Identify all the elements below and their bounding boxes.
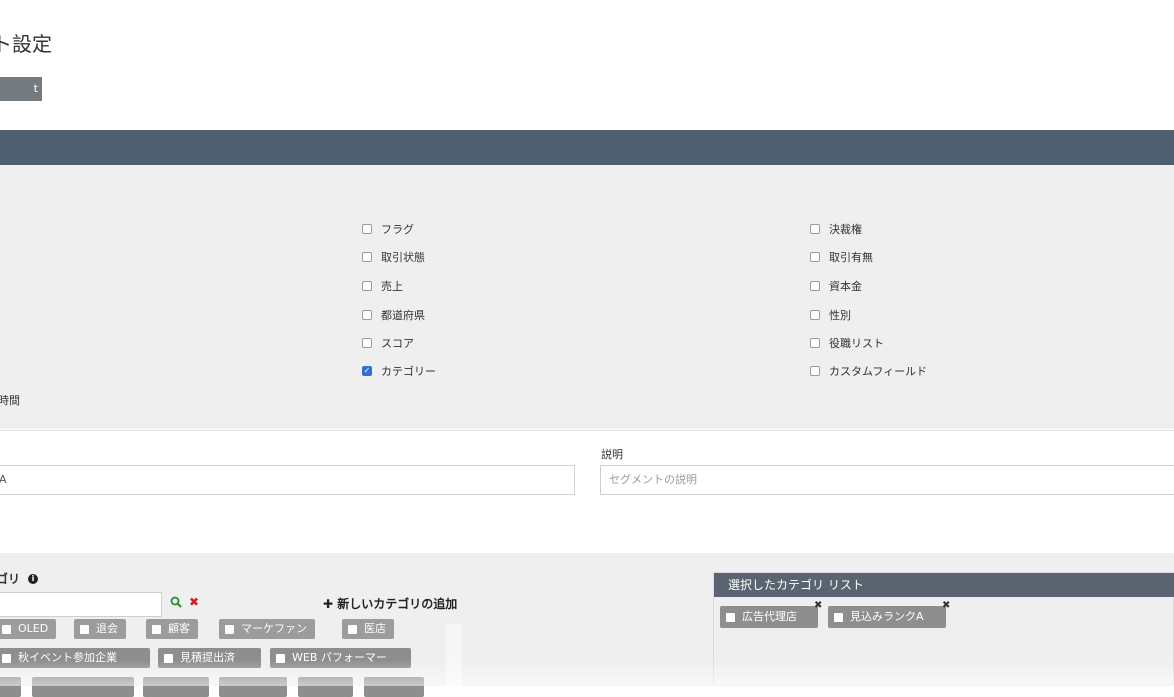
category-tag[interactable]: OLED [0,619,57,639]
checkbox-icon [362,310,372,320]
field-label: 都道府県 [381,309,425,322]
tag-list-scrollbar[interactable] [446,624,462,686]
category-tag[interactable]: 医店 [342,619,394,639]
field-label: 役職リスト [829,337,884,350]
field-checkbox-capital[interactable]: 資本金 [810,278,862,294]
checkbox-icon [362,252,372,262]
field-checkbox-decision-authority[interactable]: 決裁権 [810,221,862,237]
category-tag[interactable]: マーケファン [219,619,315,639]
remove-icon[interactable]: ✖ [942,600,950,611]
top-action-button[interactable]: t [0,77,42,101]
field-label: フラグ [381,223,414,236]
tag-label: 見込みランクA [850,610,924,623]
field-label: スコア [381,337,414,350]
tag-checkbox-icon [164,653,173,663]
tag-label: OLED [18,622,49,635]
category-title: ゴリ i [0,570,39,587]
tag-checkbox-icon [276,653,285,663]
category-tag[interactable] [219,677,287,697]
tag-checkbox-icon [726,612,735,622]
tag-label: 秋イベント参加企業 [18,651,117,664]
field-checkbox-score[interactable]: スコア [362,335,414,351]
checkbox-icon [810,224,820,234]
category-tag[interactable]: 退会 [74,619,126,639]
field-label: 決裁権 [829,223,862,236]
field-checkbox-flag[interactable]: フラグ [362,221,414,237]
tag-checkbox-icon [225,624,234,634]
checkbox-icon [810,366,820,376]
check-icon: ✓ [362,366,372,376]
selected-category-tag[interactable]: 見込みランクA [828,606,946,628]
tag-checkbox-icon [348,624,357,634]
field-checkbox-deal-existence[interactable]: 取引有無 [810,249,873,265]
tag-label: 広告代理店 [742,610,797,623]
tag-checkbox-icon [80,624,89,634]
tag-label: 顧客 [168,622,190,635]
category-search-input[interactable] [0,592,162,617]
field-label: 取引有無 [829,251,873,264]
tag-checkbox-icon [834,612,843,622]
tag-checkbox-icon [152,624,161,634]
page-title: ト設定 [0,32,52,56]
checkbox-icon [362,224,372,234]
tag-checkbox-icon [2,653,11,663]
field-checkbox-category[interactable]: ✓ カテゴリー [362,363,436,379]
tag-checkbox-icon [2,624,11,634]
remove-icon[interactable]: ✖ [814,600,822,611]
description-input[interactable]: セグメントの説明 [600,465,1174,495]
tag-label: 見積提出済 [180,651,235,664]
section-header-bar [0,130,1174,165]
category-tag[interactable]: 秋イベント参加企業 [0,648,150,668]
field-label-time: 時間 [0,394,20,407]
checkbox-icon [810,281,820,291]
category-tag[interactable] [298,677,353,697]
category-tag[interactable] [143,677,209,697]
field-checkbox-gender[interactable]: 性別 [810,307,851,323]
field-checkbox-deal-status[interactable]: 取引状態 [362,249,425,265]
description-label: 説明 [601,448,623,461]
selected-category-tag[interactable]: 広告代理店 [720,606,818,628]
field-label: カスタムフィールド [829,365,928,378]
field-checkbox-custom-field[interactable]: カスタムフィールド [810,363,927,379]
add-category-link[interactable]: ✚ 新しいカテゴリの追加 [323,595,457,612]
category-tag[interactable] [364,677,424,697]
field-checkbox-prefecture[interactable]: 都道府県 [362,307,425,323]
category-tag[interactable]: 見積提出済 [158,648,261,668]
checkbox-icon [810,310,820,320]
tag-label: WEB パフォーマー [292,651,387,664]
field-selection-panel [0,165,1174,429]
tag-label: 退会 [96,622,118,635]
category-tag[interactable] [0,677,21,697]
tag-label: 医店 [364,622,386,635]
category-tag[interactable] [32,677,134,697]
checkbox-icon [362,281,372,291]
category-tag[interactable]: 顧客 [146,619,198,639]
clear-icon[interactable]: ✖ [189,595,199,609]
field-label: 性別 [829,309,851,322]
checkbox-icon [810,338,820,348]
checkbox-icon [810,252,820,262]
category-tag[interactable]: WEB パフォーマー [270,648,411,668]
field-label: 売上 [381,280,403,293]
search-icon[interactable] [170,596,182,611]
segment-name-input[interactable]: A [0,465,575,495]
field-label: 取引状態 [381,251,425,264]
field-label: 資本金 [829,280,862,293]
tag-label: マーケファン [241,622,307,635]
selected-category-header: 選択したカテゴリ リスト [714,573,1174,597]
checkbox-icon [362,338,372,348]
info-icon[interactable]: i [28,573,39,584]
field-checkbox-sales[interactable]: 売上 [362,278,403,294]
field-label: カテゴリー [381,365,436,378]
field-checkbox-position-list[interactable]: 役職リスト [810,335,884,351]
category-title-text: ゴリ [0,572,21,586]
